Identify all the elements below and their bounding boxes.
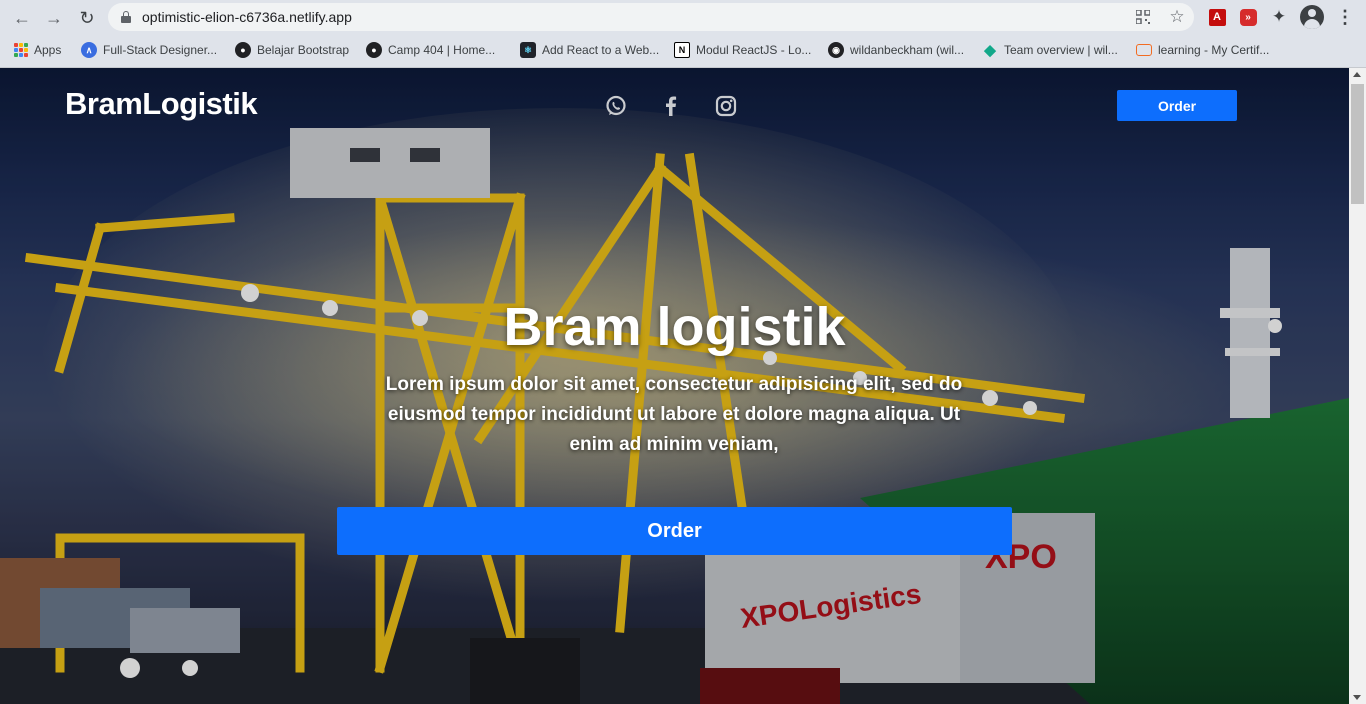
github-icon: ◉	[828, 42, 844, 58]
brand-logo[interactable]: BramLogistik	[65, 86, 258, 122]
bookmarks-bar: Apps ∧ Full-Stack Designer... ● Belajar …	[0, 36, 1366, 64]
instagram-icon[interactable]	[714, 94, 738, 118]
scroll-down-arrow-icon[interactable]	[1353, 695, 1361, 700]
diamond-icon: ◆	[984, 42, 996, 59]
facebook-icon[interactable]	[659, 94, 683, 118]
bookmark-item[interactable]: N Modul ReactJS - Lo...	[674, 40, 811, 60]
bookmark-star-icon[interactable]: ☆	[1168, 7, 1186, 26]
scrollbar-thumb[interactable]	[1351, 84, 1364, 204]
hero-title: Bram logistik	[503, 297, 846, 357]
qr-code-icon[interactable]	[1134, 8, 1152, 26]
bookmark-label: learning - My Certif...	[1158, 43, 1270, 57]
bookmark-label: Modul ReactJS - Lo...	[696, 43, 812, 57]
page-viewport: XPOLogistics XPO BramLogistik Order Bram…	[0, 68, 1349, 704]
pdf-extension-icon[interactable]: A	[1207, 7, 1227, 27]
back-arrow-icon[interactable]: ←	[10, 6, 34, 30]
whatsapp-icon[interactable]	[604, 94, 628, 118]
url-text[interactable]: optimistic-elion-c6736a.netlify.app	[142, 9, 352, 25]
site-icon: ∧	[81, 42, 97, 58]
scroll-up-arrow-icon[interactable]	[1353, 72, 1361, 77]
bookmark-item[interactable]: ● Camp 404 | Home...	[366, 40, 495, 60]
nav-order-button[interactable]: Order	[1117, 90, 1237, 121]
bookmark-item[interactable]: ∧ Full-Stack Designer...	[81, 40, 217, 60]
browser-menu-icon[interactable]: ⋮	[1335, 7, 1355, 27]
profile-avatar-icon[interactable]	[1300, 5, 1324, 29]
bookmark-label: Add React to a Web...	[542, 43, 660, 57]
hero-order-button[interactable]: Order	[337, 507, 1012, 555]
bookmark-label: Belajar Bootstrap	[257, 43, 350, 57]
notion-icon: N	[674, 42, 690, 58]
bookmark-label: Full-Stack Designer...	[103, 43, 218, 57]
browser-chrome: ← → ↻ optimistic-elion-c6736a.netlify.ap…	[0, 0, 1366, 68]
bookmark-item[interactable]: ◆ Team overview | wil...	[982, 40, 1118, 60]
bookmark-item[interactable]: learning - My Certif...	[1136, 40, 1269, 60]
browser-toolbar: ← → ↻ optimistic-elion-c6736a.netlify.ap…	[0, 0, 1366, 35]
bracket-icon	[1136, 44, 1152, 56]
lock-icon[interactable]	[121, 11, 131, 23]
bookmark-item[interactable]: ● Belajar Bootstrap	[235, 40, 349, 60]
bookmark-label: Apps	[34, 43, 62, 57]
reload-icon[interactable]: ↻	[75, 6, 99, 30]
bookmark-label: Team overview | wil...	[1004, 43, 1118, 57]
address-bar[interactable]: optimistic-elion-c6736a.netlify.app ☆	[108, 3, 1194, 31]
bookmark-apps[interactable]: Apps	[14, 40, 61, 60]
react-icon: ⚛	[520, 42, 536, 58]
bookmark-item[interactable]: ◉ wildanbeckham (wil...	[828, 40, 964, 60]
apps-grid-icon	[14, 43, 28, 57]
red-extension-icon[interactable]: »	[1238, 7, 1258, 27]
extensions-puzzle-icon[interactable]: ✦	[1269, 7, 1289, 27]
globe-icon: ●	[235, 42, 251, 58]
bookmark-item[interactable]: ⚛ Add React to a Web...	[520, 40, 659, 60]
bookmark-label: Camp 404 | Home...	[388, 43, 496, 57]
hero-description: Lorem ipsum dolor sit amet, consectetur …	[385, 374, 963, 455]
page-scrollbar[interactable]	[1349, 68, 1366, 704]
bookmark-label: wildanbeckham (wil...	[850, 43, 965, 57]
forward-arrow-icon[interactable]: →	[42, 6, 66, 30]
globe-icon: ●	[366, 42, 382, 58]
